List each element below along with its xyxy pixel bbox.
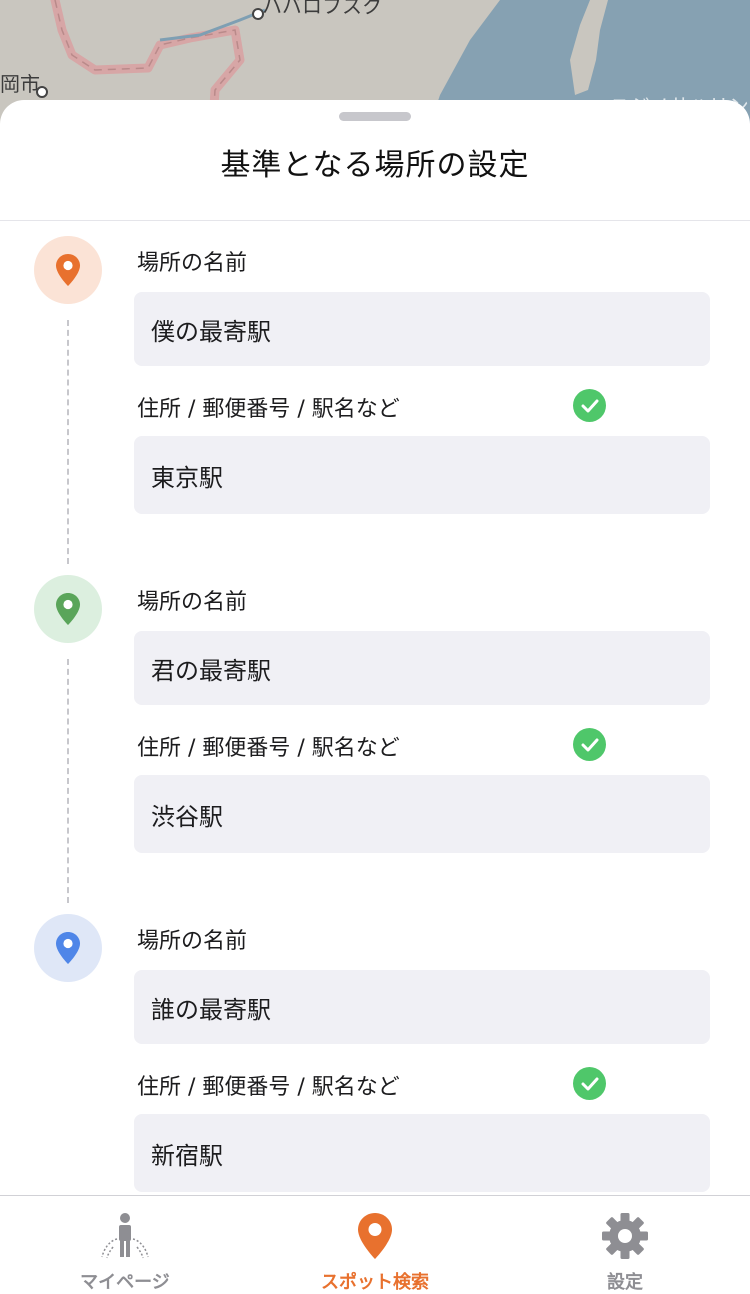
place-name-input[interactable]: 誰の最寄駅	[134, 970, 710, 1044]
address-label: 住所 / 郵便番号 / 駅名など	[137, 736, 400, 761]
place-name-input[interactable]: 君の最寄駅	[134, 631, 710, 705]
address-input[interactable]: 東京駅	[134, 436, 710, 514]
check-circle-icon	[573, 728, 606, 761]
tab-bar: マイページ スポット検索 設定	[0, 1195, 750, 1294]
timeline-connector	[67, 659, 69, 903]
tab-spot-search[interactable]: スポット検索	[250, 1196, 500, 1294]
location-pin-badge	[34, 236, 102, 304]
place-name-input[interactable]: 僕の最寄駅	[134, 292, 710, 366]
map-pin-icon	[56, 932, 80, 964]
address-label: 住所 / 郵便番号 / 駅名など	[137, 397, 400, 422]
tab-label: スポット検索	[321, 1272, 429, 1293]
location-pin-badge	[34, 914, 102, 982]
gear-icon	[601, 1210, 649, 1262]
divider	[0, 220, 750, 221]
address-input[interactable]: 新宿駅	[134, 1114, 710, 1192]
timeline-connector	[67, 320, 69, 564]
map-city-label: ハバロフスク	[262, 0, 382, 18]
tab-label: マイページ	[80, 1272, 170, 1293]
address-input[interactable]: 渋谷駅	[134, 775, 710, 853]
location-entry-3: 場所の名前 誰の最寄駅 住所 / 郵便番号 / 駅名など 新宿駅	[0, 914, 750, 1214]
sheet-title: 基準となる場所の設定	[220, 148, 530, 183]
address-label: 住所 / 郵便番号 / 駅名など	[137, 1075, 400, 1100]
person-fountain-icon	[99, 1210, 151, 1262]
map-pin-icon	[56, 254, 80, 286]
tab-label: 設定	[607, 1272, 643, 1293]
check-circle-icon	[573, 389, 606, 422]
location-pin-badge	[34, 575, 102, 643]
map-pin-icon	[56, 593, 80, 625]
tab-mypage[interactable]: マイページ	[0, 1196, 250, 1294]
bottom-sheet: 基準となる場所の設定 場所の名前 僕の最寄駅 住所 / 郵便番号 / 駅名など …	[0, 100, 750, 1294]
check-circle-icon	[573, 1067, 606, 1100]
place-name-label: 場所の名前	[137, 590, 248, 615]
place-name-label: 場所の名前	[137, 929, 248, 954]
place-name-label: 場所の名前	[137, 251, 248, 276]
location-entry-2: 場所の名前 君の最寄駅 住所 / 郵便番号 / 駅名など 渋谷駅	[0, 575, 750, 903]
map-pin-icon	[356, 1210, 394, 1262]
map-city-label: 岡市	[0, 72, 40, 96]
sheet-grabber-handle[interactable]	[339, 112, 411, 121]
tab-settings[interactable]: 設定	[500, 1196, 750, 1294]
location-entry-1: 場所の名前 僕の最寄駅 住所 / 郵便番号 / 駅名など 東京駅	[0, 236, 750, 564]
